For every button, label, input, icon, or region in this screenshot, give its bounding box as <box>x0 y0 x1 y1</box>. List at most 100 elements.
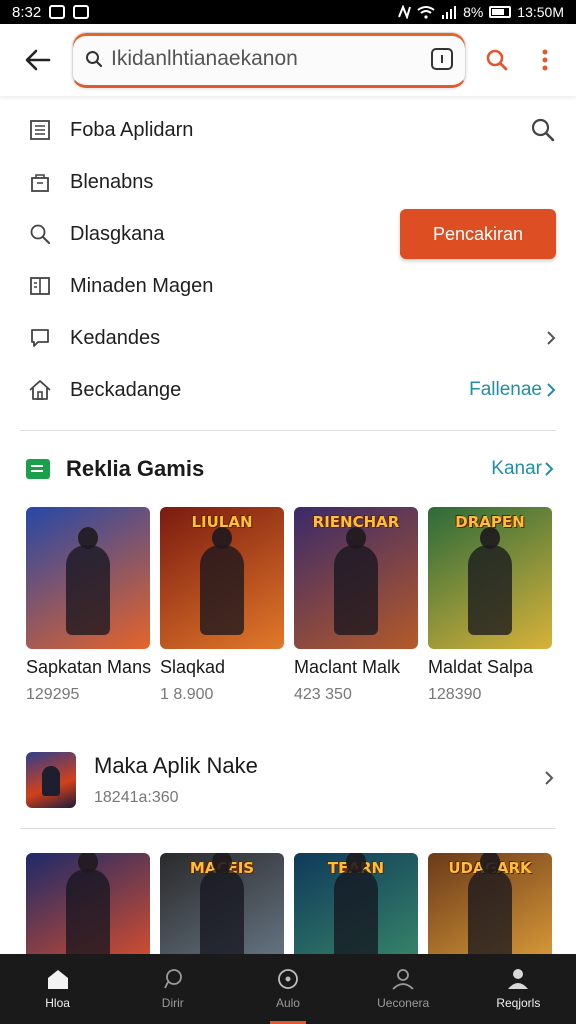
menu-label: Minaden Magen <box>70 274 214 297</box>
game-card[interactable]: DRAPEN Maldat Salpa 128390 <box>428 507 552 704</box>
menu-item-4[interactable]: Kedandes <box>26 312 556 364</box>
menu-item-5[interactable]: Beckadange Fallenae <box>26 364 556 416</box>
search-icon <box>531 118 555 142</box>
scan-icon[interactable] <box>431 48 453 70</box>
status-clock: 13:50M <box>517 4 564 20</box>
section-title: Reklia Gamis <box>66 456 205 481</box>
game-card[interactable]: RIENCHAR Maclant Malk 423 350 <box>294 507 418 704</box>
nav-label: Reqjorls <box>496 996 541 1010</box>
nav-label: Aulo <box>275 996 300 1010</box>
menu-item-0[interactable]: Foba Aplidarn <box>26 104 556 156</box>
games-list-secondary: MACEIS TEARN UDAGARK <box>0 829 576 973</box>
back-arrow-icon <box>25 49 51 71</box>
chat-icon <box>26 327 54 349</box>
character-figure <box>66 527 110 635</box>
search-icon <box>26 223 54 245</box>
game-card[interactable]: LIULAN Slaqkad 1 8.900 <box>160 507 284 704</box>
status-bar: 8:32 8% 13:50M <box>0 0 576 24</box>
see-all-link[interactable]: Kanar <box>491 458 554 480</box>
game-name: Sapkatan Mans <box>26 657 152 677</box>
signal-icon <box>442 6 457 19</box>
game-thumbnail: RIENCHAR <box>294 507 418 649</box>
chevron-right-icon <box>547 383 556 397</box>
character-figure <box>334 853 378 959</box>
app-icon <box>26 752 76 808</box>
character-figure <box>200 527 244 635</box>
character-figure <box>66 853 110 959</box>
games-section-header: Reklia Gamis Kanar <box>0 431 576 507</box>
chat-icon <box>163 969 182 989</box>
see-all-label: Kanar <box>491 458 542 479</box>
character-figure <box>468 853 512 959</box>
menu-label: Beckadange <box>70 378 182 401</box>
search-icon <box>86 51 103 68</box>
bottom-navigation: Hloa Dirir Aulo Ueconera Reqjorls <box>0 954 576 1024</box>
game-thumbnail: LIULAN <box>160 507 284 649</box>
grid-icon <box>26 119 54 141</box>
menu-label: Kedandes <box>70 326 161 349</box>
category-menu: Foba Aplidarn Blenabns Dlasgkana Pencaki… <box>0 96 576 416</box>
top-app-bar: Ikidanlhtianaekanon <box>0 24 576 96</box>
status-time: 8:32 <box>12 3 42 21</box>
game-download-count: 128390 <box>428 686 482 703</box>
more-options-button[interactable] <box>528 40 562 80</box>
user-icon <box>392 969 414 990</box>
game-download-count: 1 8.900 <box>160 686 214 703</box>
nav-chat[interactable]: Dirir <box>123 968 223 1010</box>
search-field[interactable]: Ikidanlhtianaekanon <box>72 32 466 88</box>
compass-icon <box>278 969 298 989</box>
character-figure <box>334 527 378 635</box>
game-card[interactable]: Sapkatan Mans 129295 <box>26 507 152 704</box>
back-button[interactable] <box>18 40 58 80</box>
menu-item-3[interactable]: Minaden Magen <box>26 260 556 312</box>
wifi-icon <box>417 6 435 19</box>
nav-home[interactable]: Hloa <box>8 968 108 1010</box>
more-vert-icon <box>542 49 548 71</box>
game-name: Maldat Salpa <box>428 657 534 677</box>
search-icon <box>486 49 508 71</box>
menu-label: Foba Aplidarn <box>70 118 194 141</box>
game-name: Maclant Malk <box>294 657 401 677</box>
app-title: Maka Aplik Nake <box>94 753 258 778</box>
menu-label: Dlasgkana <box>70 222 165 245</box>
home-icon <box>26 379 54 401</box>
menu-search-button[interactable] <box>530 117 556 143</box>
menu-item-1[interactable]: Blenabns <box>26 156 556 208</box>
bag-icon <box>26 171 54 193</box>
nav-label: Ueconera <box>377 996 430 1010</box>
battery-icon <box>489 6 512 18</box>
search-input[interactable]: Ikidanlhtianaekanon <box>111 47 423 71</box>
game-thumbnail <box>26 507 150 649</box>
see-more-link[interactable]: Fallenae <box>469 379 556 401</box>
profile-icon <box>508 969 529 989</box>
featured-app-row[interactable]: Maka Aplik Nake 18241a:360 <box>0 736 576 824</box>
chevron-right-icon <box>545 462 554 476</box>
nav-explore[interactable]: Aulo <box>238 968 338 1010</box>
nfc-icon <box>398 5 412 19</box>
game-name: Slaqkad <box>160 657 226 677</box>
see-more-label: Fallenae <box>469 379 542 400</box>
chevron-right-icon <box>544 770 554 791</box>
nav-users[interactable]: Ueconera <box>353 968 453 1010</box>
character-figure <box>468 527 512 635</box>
search-action-button[interactable]: Pencakiran <box>400 209 556 259</box>
nav-label: Dirir <box>161 996 184 1010</box>
app-subtitle: 18241a:360 <box>94 789 179 806</box>
menu-item-2[interactable]: Dlasgkana Pencakiran <box>26 208 556 260</box>
game-download-count: 129295 <box>26 686 80 703</box>
games-icon <box>26 459 50 479</box>
home-icon <box>47 970 68 989</box>
game-thumbnail: DRAPEN <box>428 507 552 649</box>
nav-profile[interactable]: Reqjorls <box>468 968 568 1010</box>
menu-label: Blenabns <box>70 170 154 193</box>
book-icon <box>26 275 54 297</box>
games-list: Sapkatan Mans 129295 LIULAN Slaqkad 1 8.… <box>0 507 576 704</box>
battery-percent: 8% <box>463 4 484 20</box>
nav-label: Hloa <box>45 996 70 1010</box>
chevron-right-icon <box>546 330 556 346</box>
game-download-count: 423 350 <box>294 686 352 703</box>
search-button[interactable] <box>480 40 514 80</box>
app-notification-icon <box>49 5 66 19</box>
message-notification-icon <box>73 5 90 19</box>
character-figure <box>200 853 244 959</box>
